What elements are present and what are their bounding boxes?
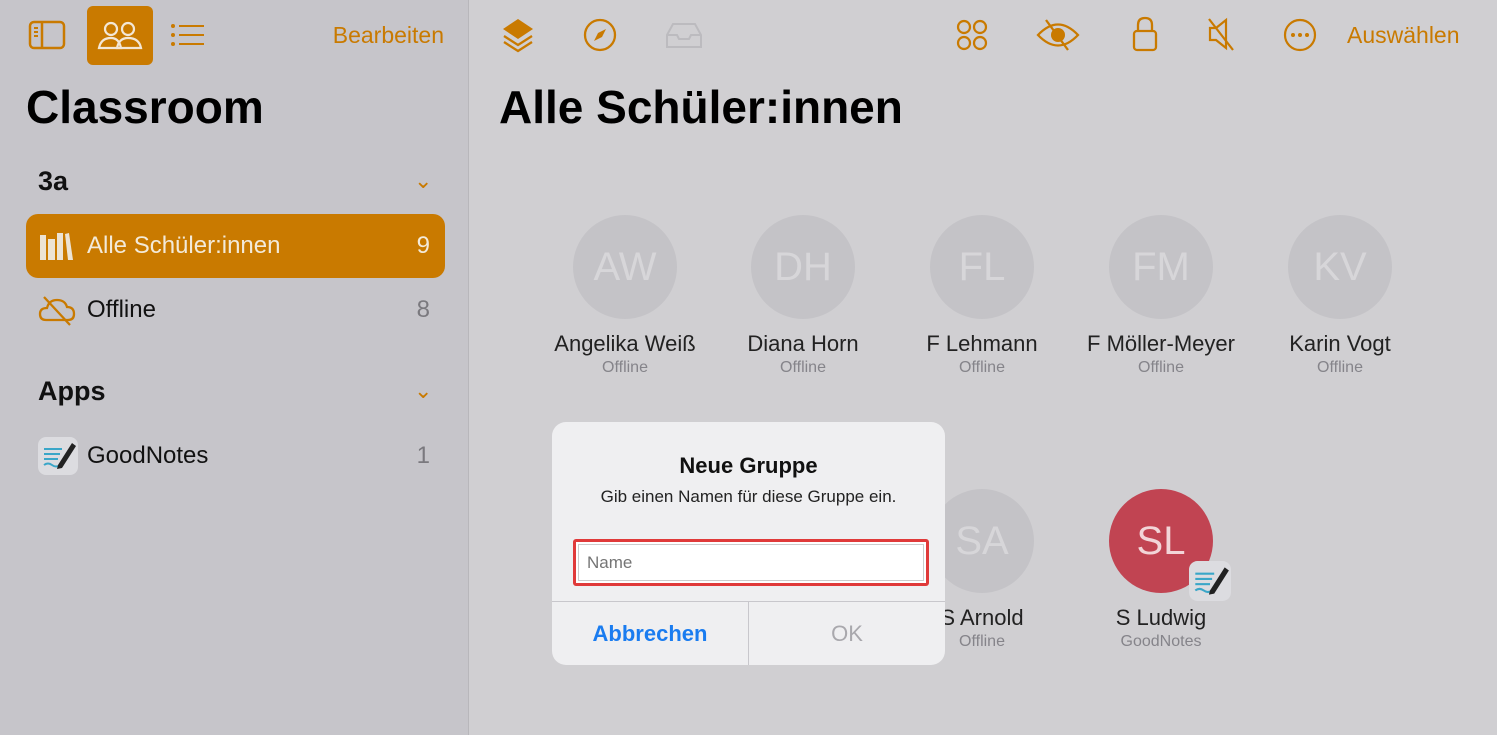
lock-button[interactable]: [1130, 15, 1160, 53]
student-tile[interactable]: SL S Ludwig GoodNotes: [1076, 489, 1246, 651]
avatar: FM: [1109, 215, 1213, 319]
speaker-slash-icon: [1208, 17, 1234, 51]
student-name: Karin Vogt: [1289, 331, 1391, 356]
section-header-apps: Apps: [38, 376, 106, 406]
student-tile[interactable]: FL F Lehmann Offline: [897, 215, 1067, 377]
ellipsis-circle-icon: [1283, 18, 1317, 52]
hide-button[interactable]: [1036, 17, 1080, 53]
more-button[interactable]: [1282, 17, 1318, 53]
sidebar-item-all-students[interactable]: Alle Schüler:innen 9: [26, 214, 445, 278]
avatar: AW: [573, 215, 677, 319]
edit-button[interactable]: Bearbeiten: [333, 22, 444, 49]
avatar: FL: [930, 215, 1034, 319]
student-status: GoodNotes: [1120, 633, 1202, 650]
section-header-3a: 3a: [38, 166, 69, 196]
books-icon: [40, 233, 73, 260]
student-status: Offline: [602, 359, 648, 376]
student-status: Offline: [1317, 359, 1363, 376]
sidebar-item-label: GoodNotes: [87, 442, 209, 469]
goodnotes-app-icon: [38, 437, 78, 475]
sidebar-item-label: Offline: [87, 296, 156, 323]
sidebar: Bearbeiten Classroom 3a ⌄ Alle Schüler:i…: [0, 0, 469, 735]
sidebar-item-offline[interactable]: Offline 8: [26, 278, 445, 342]
layers-icon: [503, 19, 533, 53]
list-view-button[interactable]: [168, 20, 206, 50]
student-tile[interactable]: KV Karin Vogt Offline: [1255, 215, 1425, 377]
compass-icon: [583, 18, 617, 52]
student-name: Diana Horn: [747, 331, 859, 356]
student-status: Offline: [1138, 359, 1184, 376]
student-name: F Möller-Meyer: [1087, 331, 1235, 356]
inbox-button[interactable]: [665, 20, 703, 50]
student-name: S Ludwig: [1115, 605, 1207, 630]
avatar: DH: [751, 215, 855, 319]
students-view-button[interactable]: [87, 6, 153, 65]
group-name-input[interactable]: [578, 544, 924, 581]
student-tile[interactable]: DH Diana Horn Offline: [718, 215, 888, 377]
student-tile[interactable]: AW Angelika Weiß Offline: [540, 215, 710, 377]
apps-grid-button[interactable]: [954, 17, 990, 53]
cloud-offline-icon: [38, 296, 76, 326]
mute-button[interactable]: [1204, 15, 1238, 53]
sidebar-item-count: 1: [416, 442, 430, 469]
avatar-initials: SL: [1136, 518, 1186, 563]
chevron-down-icon[interactable]: ⌄: [414, 378, 432, 404]
four-circles-icon: [956, 19, 988, 51]
lock-icon: [1132, 16, 1158, 52]
dialog-message: Gib einen Namen für diese Gruppe ein.: [600, 487, 897, 506]
sidebar-item-label: Alle Schüler:innen: [87, 232, 281, 259]
cancel-button[interactable]: Abbrechen: [552, 602, 749, 665]
student-tile[interactable]: FM F Möller-Meyer Offline: [1076, 215, 1246, 377]
sidebar-icon: [28, 20, 66, 50]
sidebar-title: Classroom: [26, 81, 264, 133]
avatar: KV: [1288, 215, 1392, 319]
student-name: F Lehmann: [926, 331, 1038, 356]
tray-icon: [666, 23, 702, 48]
goodnotes-app-icon: [1189, 561, 1231, 601]
layers-button[interactable]: [500, 16, 536, 54]
page-title: Alle Schüler:innen: [499, 81, 903, 133]
select-button[interactable]: Auswählen: [1347, 22, 1460, 49]
list-icon: [171, 24, 204, 46]
student-status: Offline: [780, 359, 826, 376]
student-name: Angelika Weiß: [554, 331, 696, 356]
new-group-dialog: Neue Gruppe Gib einen Namen für diese Gr…: [552, 422, 945, 665]
navigate-button[interactable]: [582, 17, 618, 53]
sidebar-item-count: 9: [416, 232, 430, 259]
ok-button[interactable]: OK: [749, 602, 945, 665]
sidebar-toggle-button[interactable]: [26, 18, 68, 52]
sidebar-item-goodnotes[interactable]: GoodNotes 1: [26, 424, 445, 488]
sidebar-item-count: 8: [416, 296, 430, 323]
people-icon: [97, 21, 143, 49]
avatar: SA: [930, 489, 1034, 593]
student-status: Offline: [959, 359, 1005, 376]
chevron-down-icon[interactable]: ⌄: [414, 168, 432, 194]
dialog-title: Neue Gruppe: [679, 453, 818, 478]
avatar: SL: [1109, 489, 1231, 601]
eye-slash-icon: [1036, 19, 1080, 51]
